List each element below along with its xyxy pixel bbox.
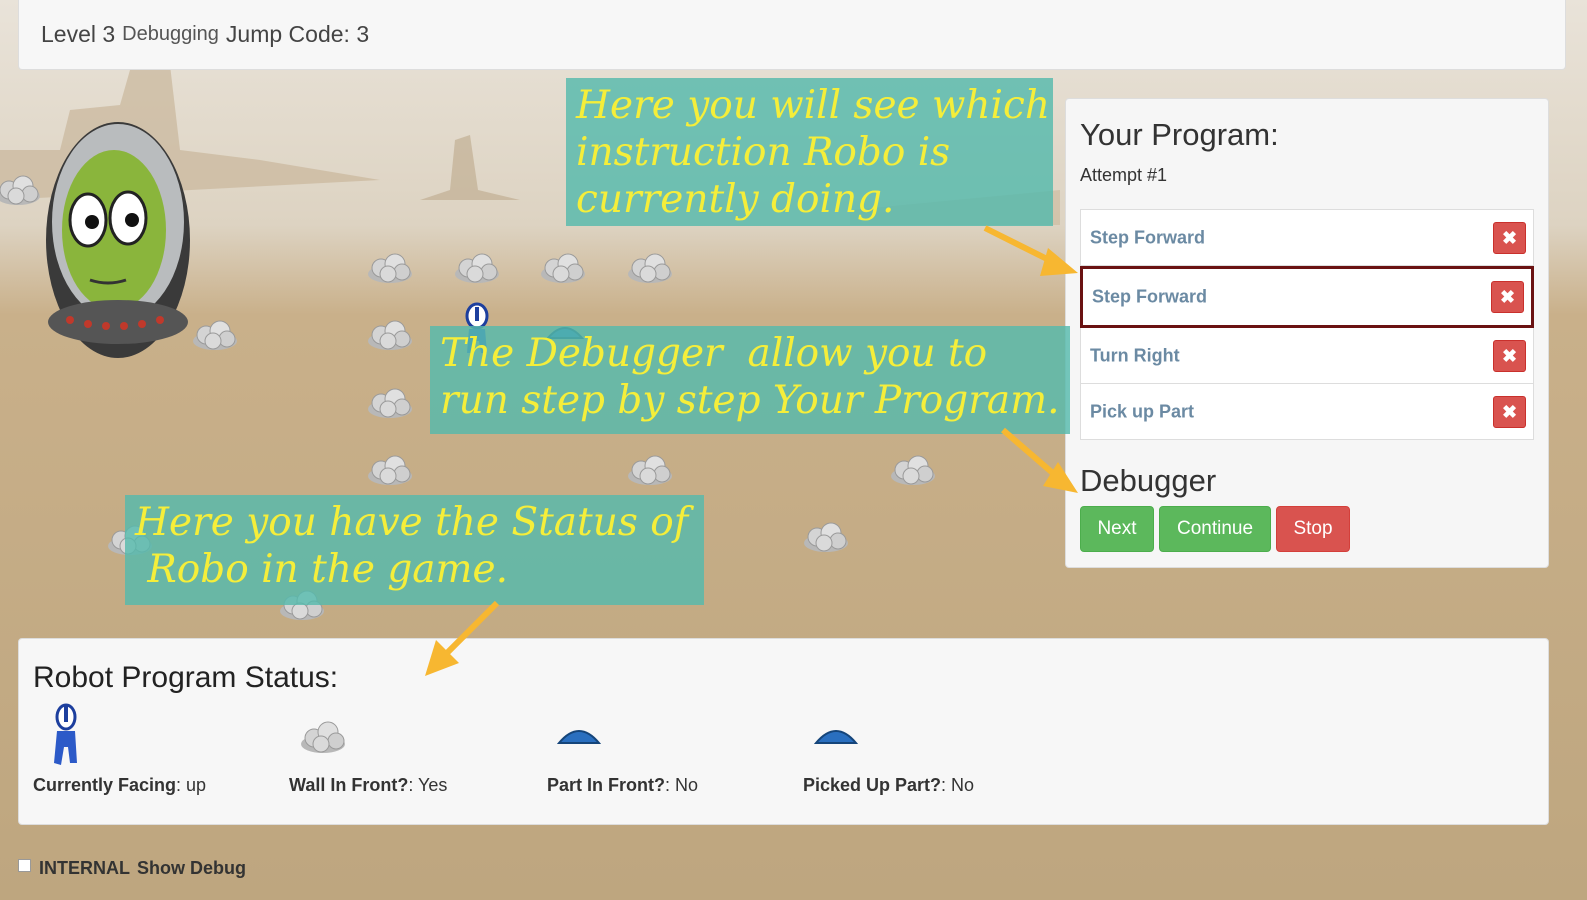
callout-arrows <box>425 225 1078 676</box>
